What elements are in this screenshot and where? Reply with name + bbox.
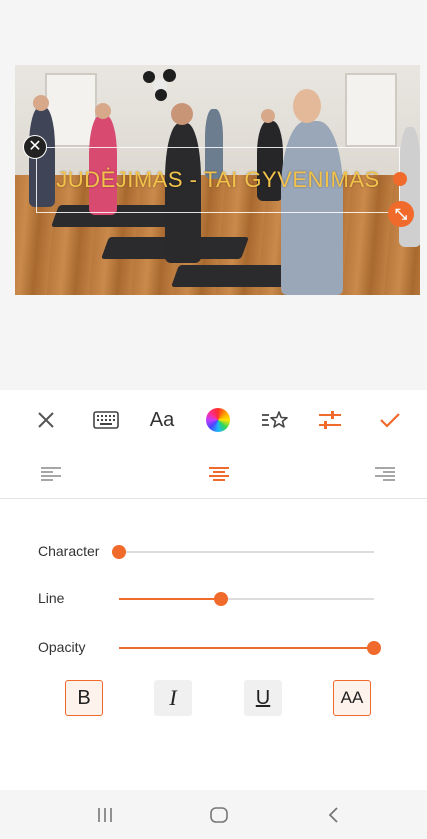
character-spacing-slider: Character bbox=[0, 537, 427, 567]
edge-handle[interactable] bbox=[393, 172, 407, 186]
close-icon[interactable] bbox=[28, 402, 64, 438]
line-label: Line bbox=[38, 590, 65, 606]
text-edit-panel: Aa Character Line Opacity B I U AA bbox=[0, 390, 427, 790]
opacity-thumb[interactable] bbox=[367, 641, 381, 655]
character-thumb[interactable] bbox=[112, 545, 126, 559]
edit-toolbar: Aa bbox=[0, 390, 427, 450]
format-row: B I U AA bbox=[0, 680, 427, 720]
opacity-slider: Opacity bbox=[0, 633, 427, 663]
editor-canvas[interactable]: JUDĖJIMAS - TAI GYVENIMAS ✕ ⤡ bbox=[0, 65, 427, 295]
system-nav-bar bbox=[0, 790, 427, 839]
align-right-icon[interactable] bbox=[370, 460, 400, 488]
alignment-row bbox=[0, 450, 427, 499]
line-spacing-slider: Line bbox=[0, 584, 427, 614]
overlay-text[interactable]: JUDĖJIMAS - TAI GYVENIMAS bbox=[56, 167, 379, 193]
character-track[interactable] bbox=[112, 545, 374, 559]
opacity-track[interactable] bbox=[119, 641, 381, 655]
close-icon[interactable]: ✕ bbox=[23, 135, 47, 159]
adjust-sliders-icon[interactable] bbox=[312, 402, 348, 438]
opacity-label: Opacity bbox=[38, 639, 86, 655]
character-label: Character bbox=[38, 543, 100, 559]
align-center-icon[interactable] bbox=[204, 460, 234, 488]
italic-button[interactable]: I bbox=[154, 680, 192, 716]
home-icon[interactable] bbox=[204, 802, 234, 828]
text-style-star-icon[interactable] bbox=[256, 402, 292, 438]
all-caps-button[interactable]: AA bbox=[333, 680, 371, 716]
recent-apps-icon[interactable] bbox=[90, 802, 120, 828]
line-thumb[interactable] bbox=[214, 592, 228, 606]
keyboard-icon[interactable] bbox=[88, 402, 124, 438]
resize-diagonal-icon[interactable]: ⤡ bbox=[388, 201, 414, 227]
color-wheel-icon[interactable] bbox=[200, 402, 236, 438]
align-left-icon[interactable] bbox=[36, 460, 66, 488]
font-icon[interactable]: Aa bbox=[144, 402, 180, 438]
text-overlay-box[interactable]: JUDĖJIMAS - TAI GYVENIMAS bbox=[36, 147, 400, 213]
back-icon[interactable] bbox=[318, 802, 348, 828]
check-icon[interactable] bbox=[372, 402, 408, 438]
top-empty-area bbox=[0, 0, 427, 65]
canvas-bottom-area bbox=[0, 295, 427, 390]
line-track[interactable] bbox=[119, 592, 374, 606]
underline-button[interactable]: U bbox=[244, 680, 282, 716]
bold-button[interactable]: B bbox=[65, 680, 103, 716]
